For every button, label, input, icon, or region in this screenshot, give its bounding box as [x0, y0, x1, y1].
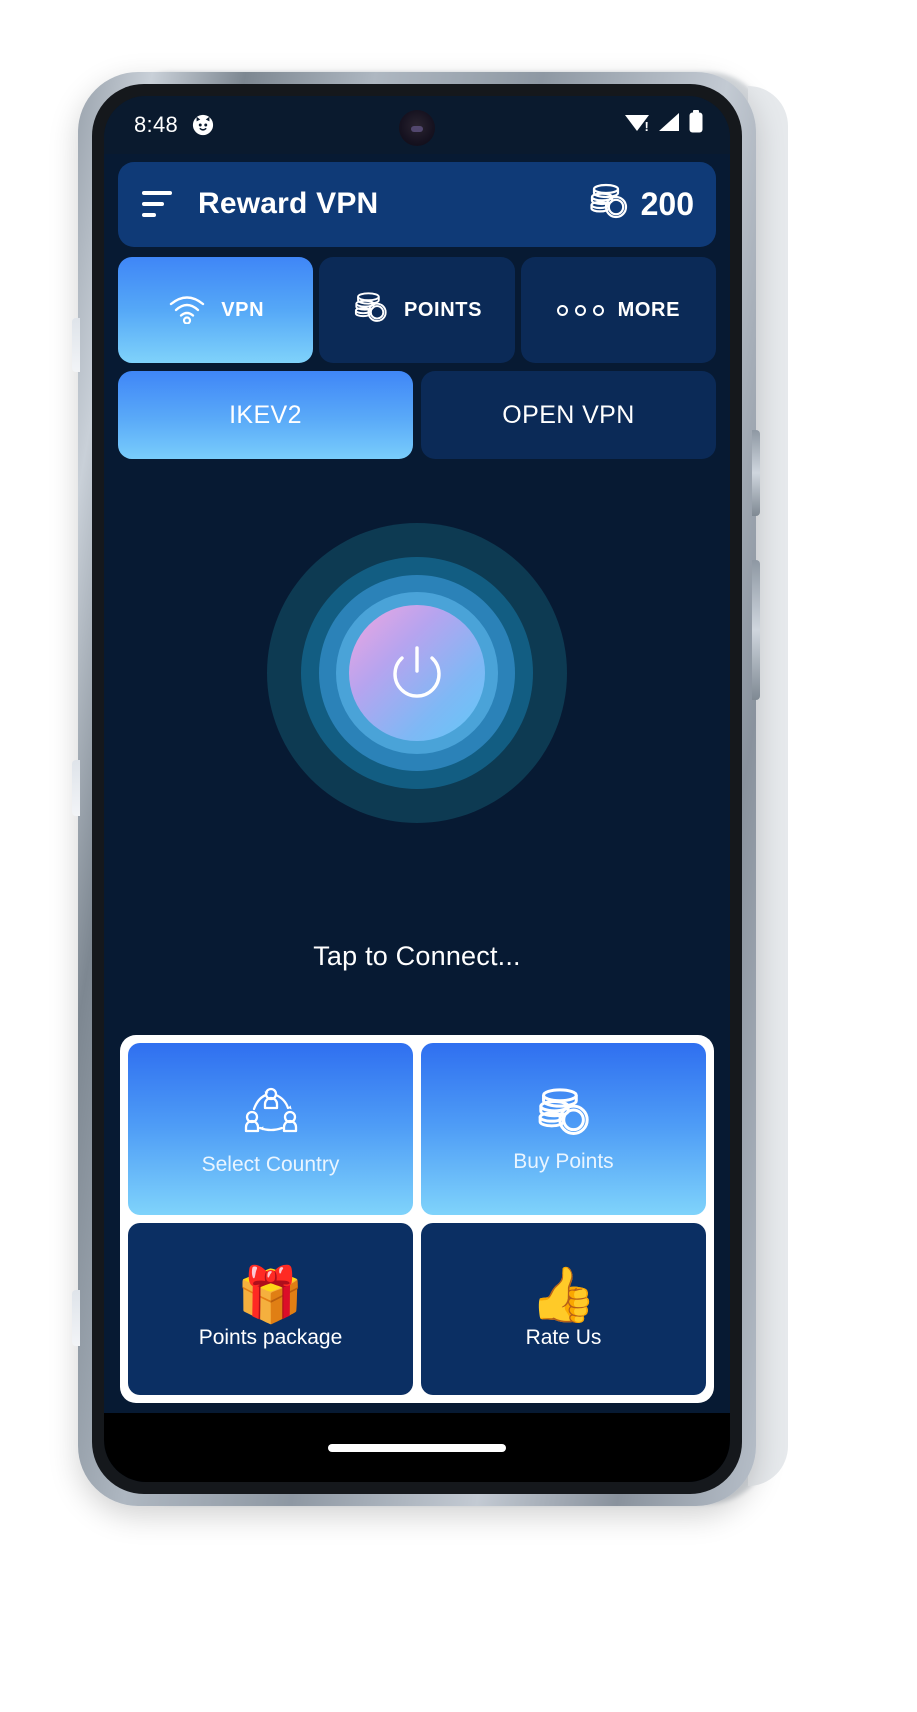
tab-vpn-label: VPN — [221, 298, 265, 321]
card-rate-us-label: Rate Us — [525, 1326, 602, 1350]
tab-bar: VPN POINTS MORE — [118, 257, 716, 364]
left-accent-button-bottom[interactable] — [72, 1290, 80, 1346]
connect-power-button[interactable] — [349, 604, 485, 741]
tab-points[interactable]: POINTS — [319, 257, 515, 364]
coin-stack-icon — [587, 182, 631, 227]
card-points-package[interactable]: 🎁 Points package — [128, 1223, 413, 1396]
connection-status-text: Tap to Connect... — [313, 940, 521, 971]
protocol-selector: IKEV2 OPEN VPN — [118, 371, 716, 460]
points-value: 200 — [640, 185, 694, 222]
front-camera-punch-hole — [399, 110, 435, 146]
app-bar: Reward VPN 200 — [118, 161, 716, 248]
system-navigation-bar — [104, 1413, 730, 1482]
coin-stack-icon — [534, 1085, 594, 1146]
tab-points-label: POINTS — [403, 298, 483, 321]
status-bar-right: ! — [624, 110, 704, 139]
battery-full-icon — [688, 110, 704, 139]
points-balance[interactable]: 200 — [587, 182, 694, 227]
three-dots-icon — [556, 304, 604, 316]
wifi-icon — [167, 292, 207, 329]
card-select-country-label: Select Country — [201, 1152, 340, 1176]
power-button-hardware[interactable] — [752, 430, 760, 516]
left-accent-button-mid[interactable] — [72, 760, 80, 816]
status-bar: 8:48 ! — [104, 96, 730, 154]
protocol-openvpn[interactable]: OPEN VPN — [421, 371, 716, 460]
action-card-grid: Select Country Buy Points 🎁 Points packa… — [120, 1035, 714, 1404]
card-rate-us[interactable]: 👍 Rate Us — [421, 1223, 706, 1396]
left-accent-button-top[interactable] — [72, 318, 80, 372]
power-icon — [381, 634, 453, 711]
coin-stack-icon — [352, 290, 390, 331]
cat-face-icon — [192, 114, 214, 136]
card-buy-points[interactable]: Buy Points — [421, 1043, 706, 1216]
tab-more[interactable]: MORE — [520, 257, 716, 364]
hamburger-menu-icon[interactable] — [142, 191, 172, 218]
tab-more-label: MORE — [617, 298, 681, 321]
protocol-ikev2[interactable]: IKEV2 — [118, 371, 413, 460]
thumbs-up-icon: 👍 — [529, 1265, 598, 1326]
people-network-icon — [240, 1082, 302, 1149]
wifi-warning-icon: ! — [624, 111, 650, 138]
phone-screen: 8:48 ! Reward VPN 200 VPN POINTS MORE IK… — [104, 96, 730, 1482]
app-title: Reward VPN — [198, 187, 379, 221]
card-select-country[interactable]: Select Country — [128, 1043, 413, 1216]
svg-text:!: ! — [645, 119, 649, 133]
connect-area: Tap to Connect... — [104, 459, 730, 1035]
card-points-package-label: Points package — [198, 1326, 343, 1350]
gesture-pill[interactable] — [328, 1443, 506, 1452]
connect-rings — [267, 522, 567, 823]
card-buy-points-label: Buy Points — [513, 1149, 614, 1173]
volume-button-hardware[interactable] — [752, 560, 760, 700]
status-bar-left: 8:48 — [134, 112, 214, 138]
status-bar-clock: 8:48 — [134, 111, 179, 137]
cellular-signal-icon — [657, 111, 681, 138]
tab-vpn[interactable]: VPN — [118, 257, 314, 364]
gift-icon: 🎁 — [236, 1265, 305, 1326]
screenshot-root: 8:48 ! Reward VPN 200 VPN POINTS MORE IK… — [0, 0, 917, 1712]
